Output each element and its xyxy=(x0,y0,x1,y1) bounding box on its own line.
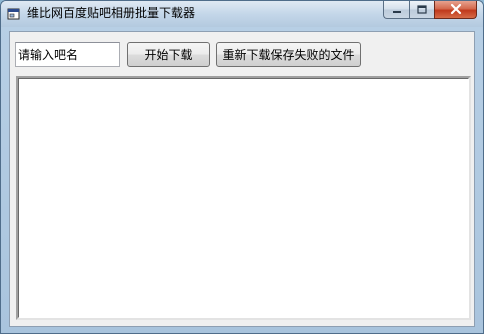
close-icon xyxy=(449,1,463,19)
window-title: 维比网百度贴吧相册批量下载器 xyxy=(27,6,196,20)
retry-failed-button[interactable]: 重新下载保存失败的文件 xyxy=(216,42,361,67)
close-button[interactable] xyxy=(434,1,477,19)
maximize-button[interactable] xyxy=(409,1,434,19)
minimize-button[interactable] xyxy=(383,1,409,19)
bar-name-input[interactable] xyxy=(15,42,120,67)
log-output-area[interactable] xyxy=(16,76,471,320)
app-window: 维比网百度贴吧相册批量下载器 请输入吧名 开始下载 重新下载保存失败的文件 xyxy=(0,0,484,334)
caption-buttons xyxy=(383,1,477,20)
client-area: 开始下载 重新下载保存失败的文件 xyxy=(9,31,475,327)
title-bar[interactable]: 维比网百度贴吧相册批量下载器 xyxy=(1,1,483,27)
start-download-button[interactable]: 开始下载 xyxy=(127,42,210,67)
maximize-icon xyxy=(416,1,428,19)
log-output-content xyxy=(18,78,469,318)
app-window-icon[interactable] xyxy=(7,6,21,20)
minimize-icon xyxy=(391,1,403,19)
